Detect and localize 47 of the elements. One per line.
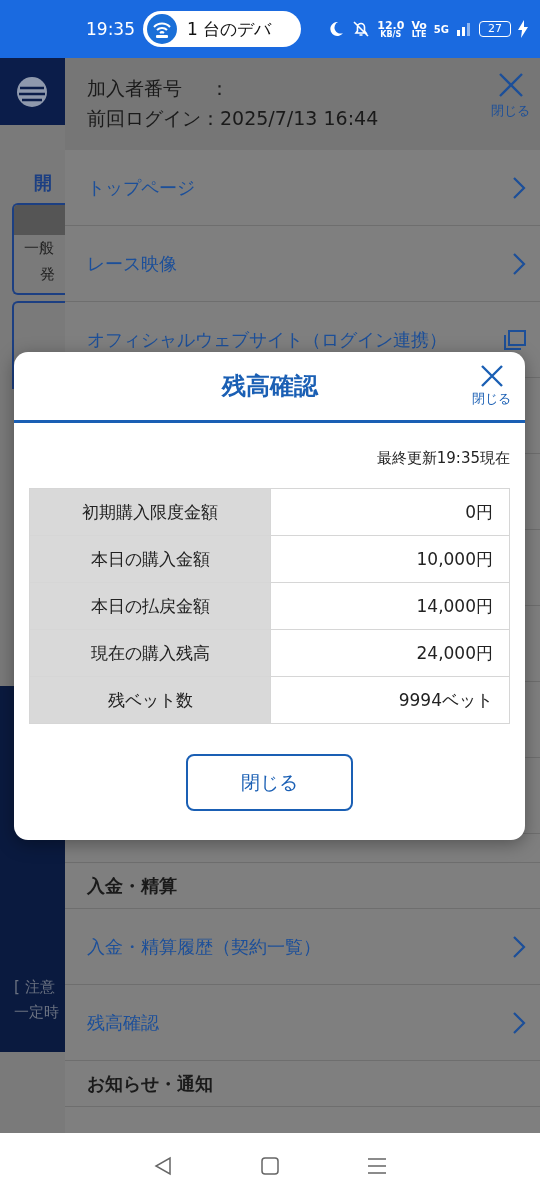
menu-section-title: 入金・精算 [65, 863, 540, 909]
home-icon[interactable] [259, 1155, 281, 1177]
close-icon [497, 72, 524, 98]
table-cell: 14,000円 [270, 582, 510, 630]
table-cell: 現在の購入残高 [29, 629, 271, 677]
table-cell: 0円 [270, 488, 510, 536]
bell-off-icon [352, 20, 371, 38]
external-window-icon [504, 329, 526, 350]
member-colon: ： [210, 77, 229, 99]
recents-icon[interactable] [365, 1155, 388, 1177]
chevron-right-icon [512, 175, 526, 200]
chevron-right-icon [512, 934, 526, 959]
close-button[interactable]: 閉じる [186, 754, 353, 811]
close-button[interactable]: 閉じる [491, 58, 530, 124]
table-cell: 9994ベット [270, 676, 510, 724]
chevron-right-icon [512, 1010, 526, 1035]
network-speed: 12.0 KB/S [377, 19, 405, 39]
card-text: 一般 [23, 238, 55, 259]
table-cell: 本日の払戻金額 [29, 582, 271, 630]
volte-label: Vo LTE [411, 19, 427, 39]
table-cell: 本日の購入金額 [29, 535, 271, 583]
menu-item[interactable]: レース映像 [65, 226, 540, 302]
section-heading: 開 [34, 171, 53, 195]
table-cell: 10,000円 [270, 535, 510, 583]
network-type: 5G [433, 23, 449, 35]
menu-section-title: お知らせ・通知 [65, 1061, 540, 1107]
member-label: 加入者番号 [87, 77, 182, 99]
menu-item[interactable]: 残高確認 [65, 985, 540, 1061]
hotspot-chip[interactable]: 1 台のデバ [143, 11, 302, 47]
hotspot-icon [147, 14, 177, 44]
signal-icon [456, 22, 472, 36]
table-cell: 残ベット数 [29, 676, 271, 724]
table-cell: 24,000円 [270, 629, 510, 677]
menu-item[interactable]: トップページ [65, 150, 540, 226]
close-icon [479, 364, 504, 388]
menu-item[interactable]: 入金・精算履歴（契約一覧） [65, 909, 540, 985]
last-login-text: 前回ログイン：2025/7/13 16:44 [87, 106, 379, 131]
updated-time: 最終更新19:35現在 [376, 449, 510, 468]
clock-time: 19:35 [86, 19, 135, 39]
notice-text: [ 注意 [14, 978, 56, 997]
charging-icon [518, 20, 528, 38]
card-text: 発 [39, 264, 56, 285]
table-cell: 初期購入限度金額 [29, 488, 271, 536]
chevron-right-icon [512, 251, 526, 276]
battery-level: 27 [479, 21, 511, 37]
notice-text: 一定時 [14, 1003, 60, 1022]
card-header [14, 205, 65, 235]
